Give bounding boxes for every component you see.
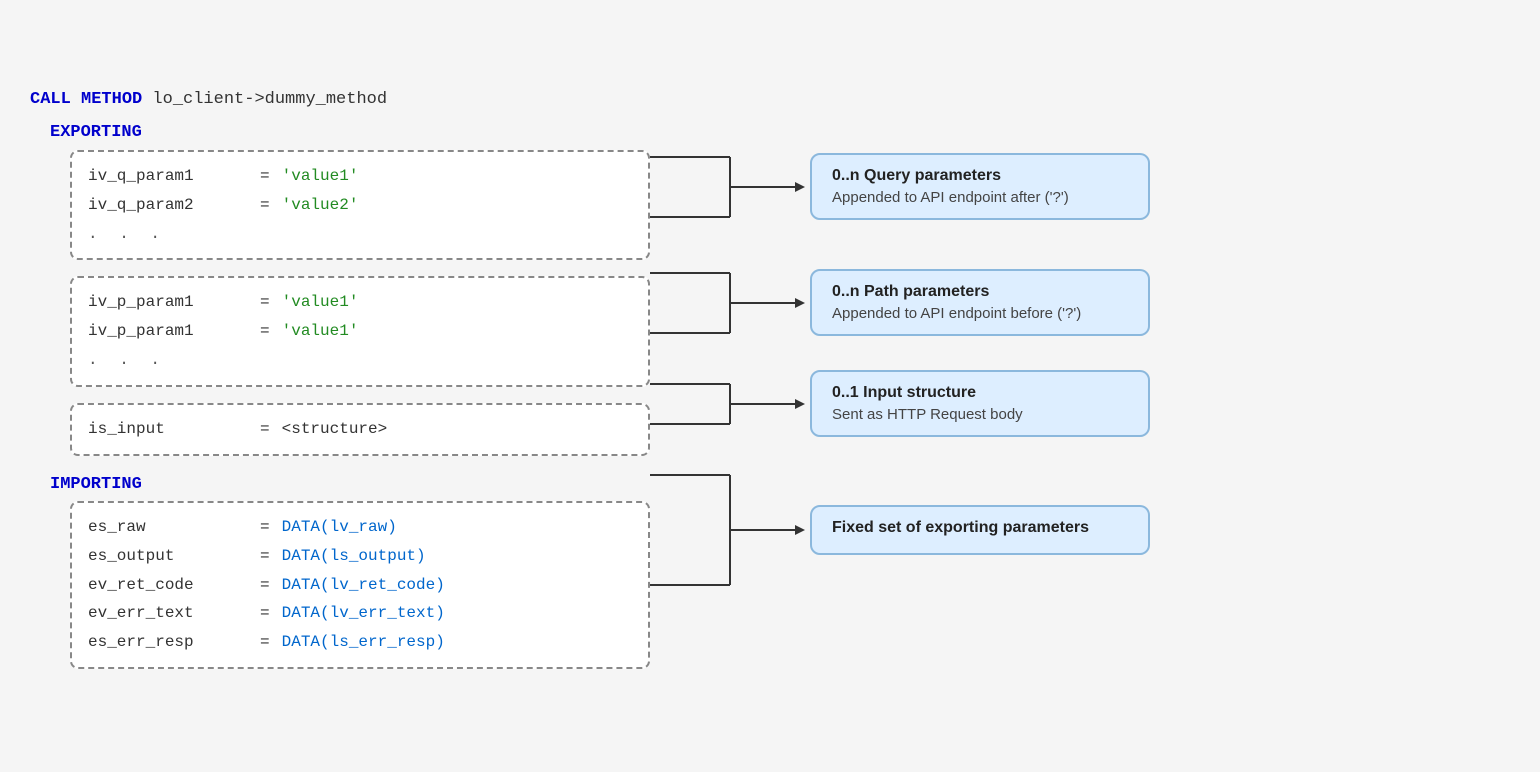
input-connector-row: 0..1 Input structure Sent as HTTP Reques…: [650, 369, 1510, 439]
exporting-label: EXPORTING: [50, 120, 650, 146]
query-dots: . . .: [88, 220, 632, 249]
import-line-2: es_output = DATA(ls_output): [88, 542, 632, 571]
importing-connector-row: Fixed set of exporting parameters: [650, 455, 1510, 605]
path-connector-row: 0..n Path parameters Appended to API end…: [650, 253, 1510, 353]
input-info-box: 0..1 Input structure Sent as HTTP Reques…: [810, 370, 1150, 437]
importing-info-box: Fixed set of exporting parameters: [810, 505, 1150, 555]
importing-connector-svg: [650, 455, 810, 605]
query-connector-row: 0..n Query parameters Appended to API en…: [650, 137, 1510, 237]
path-box-desc: Appended to API endpoint before ('?'): [832, 305, 1128, 322]
input-box-title: 0..1 Input structure: [832, 384, 1128, 402]
import-line-1: es_raw = DATA(lv_raw): [88, 513, 632, 542]
path-line-2: iv_p_param1 = 'value1': [88, 317, 632, 346]
importing-box-title: Fixed set of exporting parameters: [832, 519, 1128, 537]
query-box-desc: Appended to API endpoint after ('?'): [832, 189, 1128, 206]
input-structure-box: is_input = <structure>: [70, 403, 650, 456]
import-line-3: ev_ret_code = DATA(lv_ret_code): [88, 571, 632, 600]
query-box-title: 0..n Query parameters: [832, 167, 1128, 185]
query-connector-svg: [650, 137, 810, 237]
query-params-box: iv_q_param1 = 'value1' iv_q_param2 = 'va…: [70, 150, 650, 260]
import-line-4: ev_err_text = DATA(lv_err_text): [88, 599, 632, 628]
import-line-5: es_err_resp = DATA(ls_err_resp): [88, 628, 632, 657]
call-keyword: CALL METHOD: [30, 90, 142, 109]
path-connector-svg: [650, 253, 810, 353]
code-panel: CALL METHOD lo_client->dummy_method EXPO…: [30, 87, 650, 685]
call-method-line: CALL METHOD lo_client->dummy_method: [30, 87, 650, 113]
importing-label: IMPORTING: [50, 472, 650, 498]
path-params-box: iv_p_param1 = 'value1' iv_p_param1 = 'va…: [70, 276, 650, 386]
path-info-box: 0..n Path parameters Appended to API end…: [810, 269, 1150, 336]
input-box-desc: Sent as HTTP Request body: [832, 406, 1128, 423]
main-container: CALL METHOD lo_client->dummy_method EXPO…: [30, 87, 1510, 685]
query-line-2: iv_q_param2 = 'value2': [88, 191, 632, 220]
path-line-1: iv_p_param1 = 'value1': [88, 288, 632, 317]
method-name-text: lo_client->dummy_method: [152, 90, 387, 109]
query-info-box: 0..n Query parameters Appended to API en…: [810, 153, 1150, 220]
path-dots: . . .: [88, 346, 632, 375]
query-line-1: iv_q_param1 = 'value1': [88, 162, 632, 191]
input-connector-svg: [650, 369, 810, 439]
importing-params-box: es_raw = DATA(lv_raw) es_output = DATA(l…: [70, 501, 650, 669]
path-box-title: 0..n Path parameters: [832, 283, 1128, 301]
input-line-1: is_input = <structure>: [88, 415, 632, 444]
